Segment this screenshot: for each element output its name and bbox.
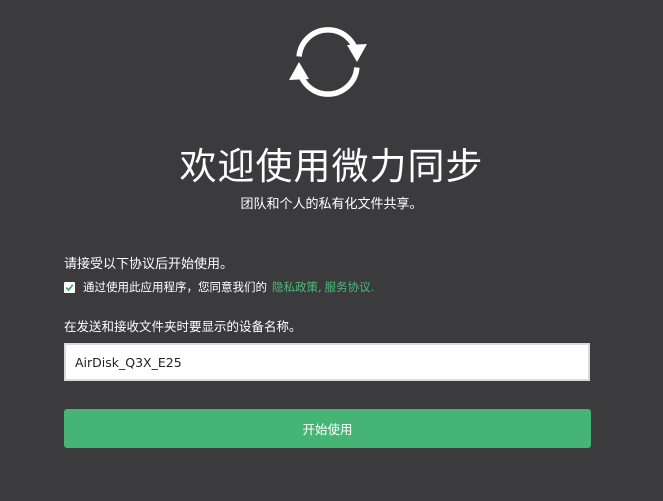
start-button[interactable]: 开始使用: [64, 409, 591, 448]
device-name-input[interactable]: [64, 343, 590, 381]
consent-period: .: [370, 280, 375, 294]
device-name-label: 在发送和接收文件夹时要显示的设备名称。: [64, 319, 302, 334]
welcome-title: 欢迎使用微力同步: [179, 145, 484, 188]
link-separator: ,: [318, 280, 322, 294]
consent-text: 通过使用此应用程序，您同意我们的: [83, 280, 267, 294]
checkmark-icon: [65, 283, 74, 291]
consent-row: 通过使用此应用程序，您同意我们的 隐私政策 , 服务协议 .: [64, 279, 374, 295]
sync-logo-icon: [276, 10, 380, 114]
agreement-heading: 请接受以下协议后开始使用。: [64, 257, 234, 272]
terms-of-service-link[interactable]: 服务协议: [325, 279, 371, 295]
privacy-policy-link[interactable]: 隐私政策: [272, 279, 318, 295]
welcome-subtitle: 团队和个人的私有化文件共享。: [240, 197, 423, 212]
consent-checkbox[interactable]: [64, 281, 75, 293]
